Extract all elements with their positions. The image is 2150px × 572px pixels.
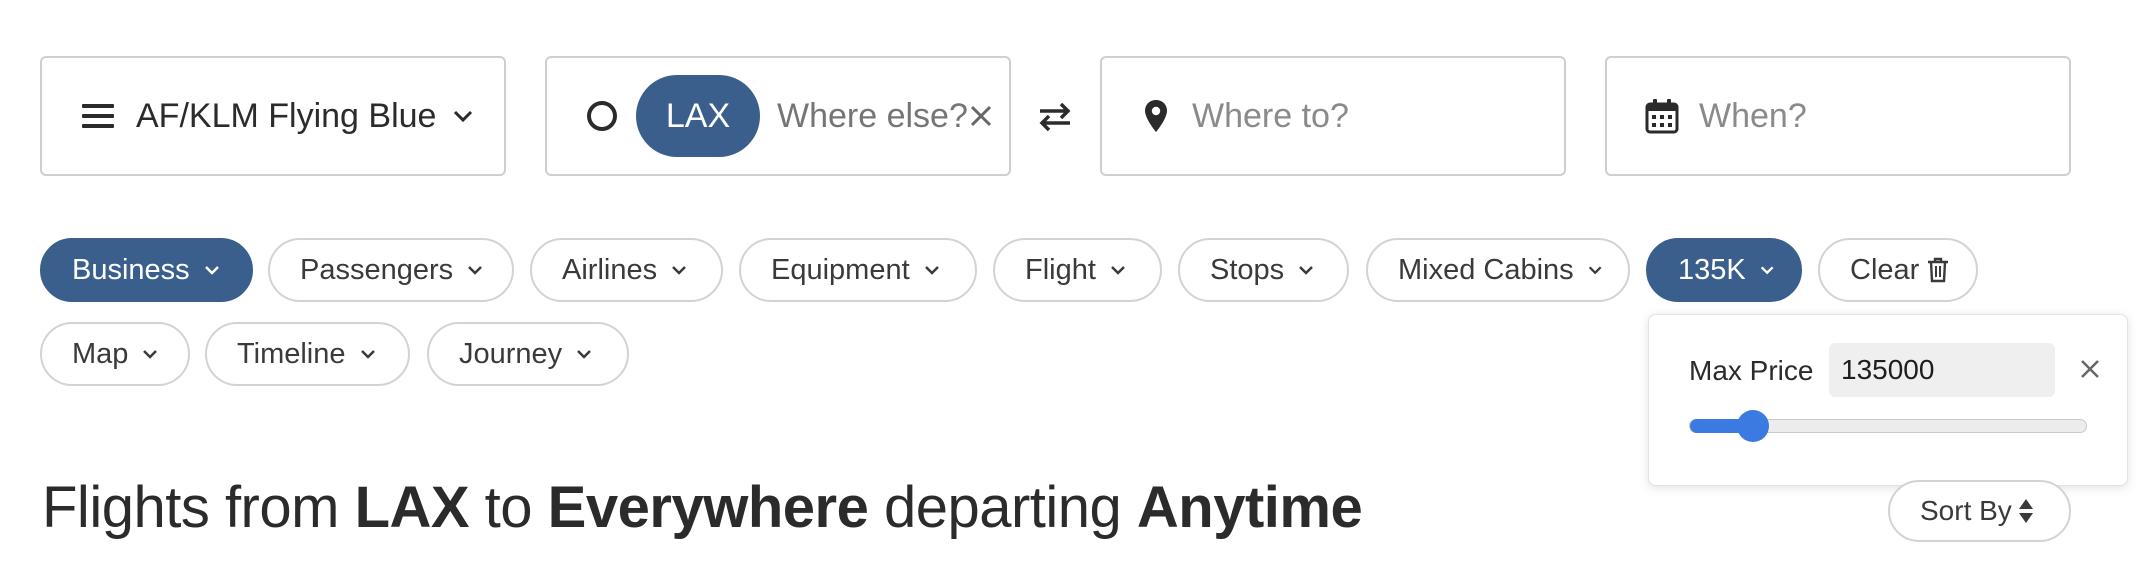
filter-label: Equipment [771,253,910,286]
filter-label: Flight [1025,253,1096,286]
destination-field[interactable]: Where to? [1100,56,1566,176]
heading-origin: LAX [354,475,470,540]
max-price-input[interactable] [1829,343,2055,397]
chevron-down-icon [924,266,939,275]
heading-departing: departing [868,475,1137,540]
chevron-down-icon [1299,266,1314,275]
max-price-label: Max Price [1689,355,1814,386]
chevron-down-icon [1760,266,1774,275]
chevron-down-icon [672,266,686,275]
sort-label: Sort By [1920,495,2012,526]
filter-max-price[interactable]: 135K [1646,238,1802,302]
destination-placeholder: Where to? [1192,96,1349,135]
map-pin-icon [1144,99,1168,133]
filter-label: Airlines [562,253,658,286]
origin-circle-icon [585,99,619,133]
filter-label: Mixed Cabins [1398,253,1574,286]
program-label: AF/KLM Flying Blue [136,96,437,135]
clear-filters-button[interactable]: Clear [1818,238,1978,302]
filter-stops[interactable]: Stops [1178,238,1349,302]
view-journey[interactable]: Journey [427,322,629,386]
heading-when: Anytime [1136,475,1363,540]
view-timeline[interactable]: Timeline [205,322,410,386]
trash-icon [1928,257,1949,283]
chevron-down-icon [577,350,592,359]
price-slider-thumb[interactable] [1737,410,1769,442]
program-selector[interactable]: AF/KLM Flying Blue [40,56,506,176]
calendar-icon [1645,98,1679,134]
heading-to: to [469,475,548,540]
filter-flight[interactable]: Flight [993,238,1162,302]
chevron-down-icon [1111,266,1125,275]
chevron-down-icon [1588,266,1602,275]
clear-origin-icon[interactable] [969,104,993,128]
menu-icon [82,102,114,130]
heading-destination: Everywhere [547,475,869,540]
close-icon[interactable] [2079,358,2101,380]
filter-passengers[interactable]: Passengers [268,238,514,302]
chevron-down-icon [360,350,375,359]
sort-by-button[interactable]: Sort By [1888,480,2071,542]
price-slider-track[interactable] [1689,410,2087,442]
filter-label: Stops [1210,253,1285,286]
filter-label: Business [72,253,190,286]
chevron-down-icon [204,266,219,275]
results-heading: Flights from LAX to Everywhere departing… [42,474,1363,541]
chevron-down-icon [468,266,483,275]
filter-mixed-cabins[interactable]: Mixed Cabins [1366,238,1630,302]
date-placeholder: When? [1699,96,1807,135]
filter-label: 135K [1678,253,1746,286]
swap-icon[interactable] [1038,102,1072,132]
origin-search-input[interactable] [777,91,967,141]
filter-label: Journey [459,337,563,370]
filter-label: Timeline [237,337,346,370]
heading-prefix: Flights from [42,475,355,540]
sort-icon [2018,499,2033,523]
view-map[interactable]: Map [40,322,190,386]
filter-cabin-business[interactable]: Business [40,238,253,302]
filter-equipment[interactable]: Equipment [739,238,977,302]
filter-label: Passengers [300,253,454,286]
origin-field[interactable]: LAX [545,56,1011,176]
chevron-down-icon [452,105,474,127]
chevron-down-icon [143,350,158,359]
max-price-popover: Max Price [1648,314,2128,486]
date-field[interactable]: When? [1605,56,2071,176]
filter-label: Clear [1850,253,1920,286]
origin-chip[interactable]: LAX [636,75,760,157]
filter-label: Map [72,337,129,370]
filter-airlines[interactable]: Airlines [530,238,723,302]
